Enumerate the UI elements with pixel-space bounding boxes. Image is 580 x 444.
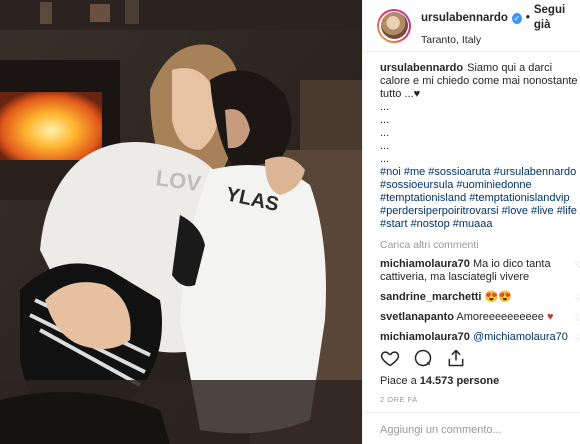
post-caption: ursulabennardo Siamo qui a darci calore e…	[380, 62, 580, 231]
share-icon[interactable]	[446, 348, 466, 368]
comment-text: Amoreeeeeeeeee	[456, 311, 544, 323]
comment-like-heart-icon[interactable]: ♡	[575, 259, 580, 272]
avatar-ring	[379, 10, 409, 41]
post-actions	[380, 348, 466, 368]
post-sidebar: ursulabennardo ✓ • Segui già Taranto, It…	[362, 0, 580, 444]
avatar-image	[380, 12, 408, 39]
follow-button[interactable]: Segui già	[534, 3, 580, 33]
comment-like-heart-icon[interactable]: ♡	[575, 312, 580, 325]
comment-text[interactable]: @michiamolaura70	[473, 331, 568, 343]
header-username[interactable]: ursulabennardo	[421, 11, 508, 26]
red-heart-icon: ♥	[546, 311, 554, 323]
caption-dots-line: ...	[380, 153, 390, 165]
caption-dots-line: ...	[380, 127, 390, 139]
load-more-comments-link[interactable]: Carica altri commenti	[380, 239, 580, 252]
comment-username[interactable]: sandrine_marchetti	[380, 291, 481, 303]
comment-like-heart-icon[interactable]: ♡	[575, 292, 580, 305]
post-timestamp: 2 ORE FA	[380, 395, 418, 404]
caption-dots-line: ...	[380, 101, 390, 113]
location-link[interactable]: Taranto, Italy	[421, 33, 580, 48]
likes-count[interactable]: Piace a 14.573 persone	[380, 375, 499, 387]
comment-username[interactable]: michiamolaura70	[380, 258, 470, 270]
post-header: ursulabennardo ✓ • Segui già Taranto, It…	[363, 0, 580, 52]
comment-text: 😍😍	[484, 291, 512, 303]
avatar[interactable]	[377, 8, 411, 43]
photo-illustration: LOV YLAS	[0, 0, 362, 444]
comment-icon[interactable]	[413, 348, 433, 368]
comment-item: michiamolaura70 @michiamolaura70 ♡	[380, 331, 580, 344]
comment-like-heart-icon[interactable]: ♡	[575, 332, 580, 345]
header-row: ursulabennardo ✓ • Segui già	[421, 3, 580, 33]
caption-dots-line: ...	[380, 114, 390, 126]
comment-username[interactable]: michiamolaura70	[380, 331, 470, 343]
post-photo[interactable]: LOV YLAS	[0, 0, 362, 444]
likes-number[interactable]: 14.573 persone	[420, 375, 500, 387]
comment-item: svetlanapanto Amoreeeeeeeeee ♥ ♡	[380, 311, 580, 324]
caption-hashtags[interactable]: #noi #me #sossioaruta #ursulabennardo #s…	[380, 166, 580, 231]
comment-username[interactable]: svetlanapanto	[380, 311, 454, 323]
verified-badge-icon: ✓	[511, 12, 522, 24]
caption-username[interactable]: ursulabennardo	[380, 62, 463, 74]
add-comment-input[interactable]: Aggiungi un commento...	[363, 412, 580, 444]
likes-prefix: Piace a	[380, 375, 417, 387]
black-heart-icon: ♥	[413, 88, 421, 100]
header-info: ursulabennardo ✓ • Segui già Taranto, It…	[421, 3, 580, 48]
heart-icon[interactable]	[380, 348, 400, 368]
comments-section: ursulabennardo Siamo qui a darci calore e…	[363, 52, 580, 344]
comment-item: sandrine_marchetti 😍😍 ♡	[380, 291, 580, 304]
separator-dot: •	[525, 11, 530, 24]
comment-item: michiamolaura70 Ma io dico tanta cattive…	[380, 258, 580, 284]
caption-dots-line: ...	[380, 140, 390, 152]
